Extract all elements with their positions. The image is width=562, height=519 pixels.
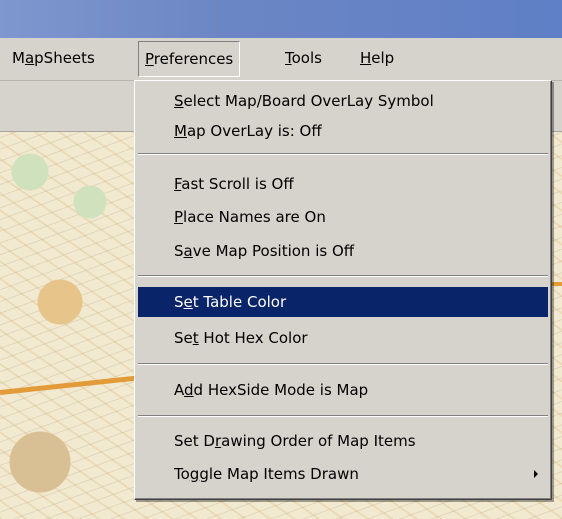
menu-tools[interactable]: Tools — [279, 41, 328, 75]
item-label-part: ast Scroll is Off — [181, 175, 294, 193]
item-label-part: lace Names are On — [183, 208, 326, 226]
item-label-part: awing Order of Map Items — [221, 432, 416, 450]
menu-item-set-table-color[interactable]: Set Table Color — [138, 287, 548, 317]
item-mnemonic: S — [174, 92, 184, 110]
menu-label-part: elp — [371, 49, 395, 67]
item-label-part: elect Map/Board OverLay Symbol — [183, 92, 434, 110]
menu-item-set-drawing-order[interactable]: Set Drawing Order of Map Items — [138, 426, 548, 456]
item-label-part: Hot Hex Color — [198, 329, 308, 347]
item-label-part: t Table Color — [192, 293, 287, 311]
menu-label-part: M — [12, 49, 25, 67]
item-label-part: To — [174, 465, 190, 483]
menu-mnemonic: a — [24, 49, 35, 67]
item-label-part: gle Map Items Drawn — [199, 465, 359, 483]
menu-item-add-hexside-mode[interactable]: Add HexSide Mode is Map — [138, 375, 548, 405]
item-label-part: ve Map Position is Off — [192, 242, 355, 260]
menu-item-set-hot-hex-color[interactable]: Set Hot Hex Color — [138, 323, 548, 353]
menu-mapsheets[interactable]: MapSheets — [6, 41, 101, 75]
menu-mnemonic: T — [285, 49, 292, 67]
menu-label-part: pSheets — [34, 49, 95, 67]
item-label-part: S — [174, 293, 184, 311]
item-label-part: S — [174, 242, 184, 260]
item-mnemonic: d — [184, 381, 194, 399]
menu-item-map-overlay[interactable]: Map OverLay is: Off — [138, 116, 548, 146]
menu-separator — [138, 363, 548, 365]
menu-separator — [138, 153, 548, 155]
item-label-part: Se — [174, 329, 193, 347]
menu-item-fast-scroll[interactable]: Fast Scroll is Off — [138, 169, 548, 199]
menu-item-select-overlay-symbol[interactable]: Select Map/Board OverLay Symbol — [138, 86, 548, 116]
menu-bar: MapSheets Preferences Tools Help — [0, 38, 562, 81]
title-bar — [0, 0, 562, 38]
menu-preferences[interactable]: Preferences — [138, 41, 241, 77]
item-label-part: d HexSide Mode is Map — [193, 381, 369, 399]
item-mnemonic: a — [183, 242, 193, 260]
item-label-part: Set D — [174, 432, 215, 450]
item-mnemonic: g — [189, 465, 200, 483]
item-mnemonic: M — [174, 122, 187, 140]
menu-mnemonic: P — [145, 50, 154, 68]
menu-label-part: ools — [291, 49, 322, 67]
menu-item-place-names[interactable]: Place Names are On — [138, 202, 548, 232]
item-mnemonic: e — [183, 293, 193, 311]
menu-item-save-map-position[interactable]: Save Map Position is Off — [138, 236, 548, 266]
menu-separator — [138, 275, 548, 277]
submenu-arrow-icon — [534, 470, 538, 478]
item-label-part: A — [174, 381, 184, 399]
preferences-dropdown-menu: Select Map/Board OverLay Symbol Map Over… — [134, 80, 552, 500]
menu-label-part: references — [153, 50, 234, 68]
menu-mnemonic: H — [360, 49, 372, 67]
menu-help[interactable]: Help — [354, 41, 400, 75]
item-mnemonic: P — [174, 208, 184, 226]
menu-item-toggle-map-items-drawn[interactable]: Toggle Map Items Drawn — [138, 459, 548, 489]
menu-separator — [138, 415, 548, 417]
item-label-part: ap OverLay is: Off — [186, 122, 322, 140]
